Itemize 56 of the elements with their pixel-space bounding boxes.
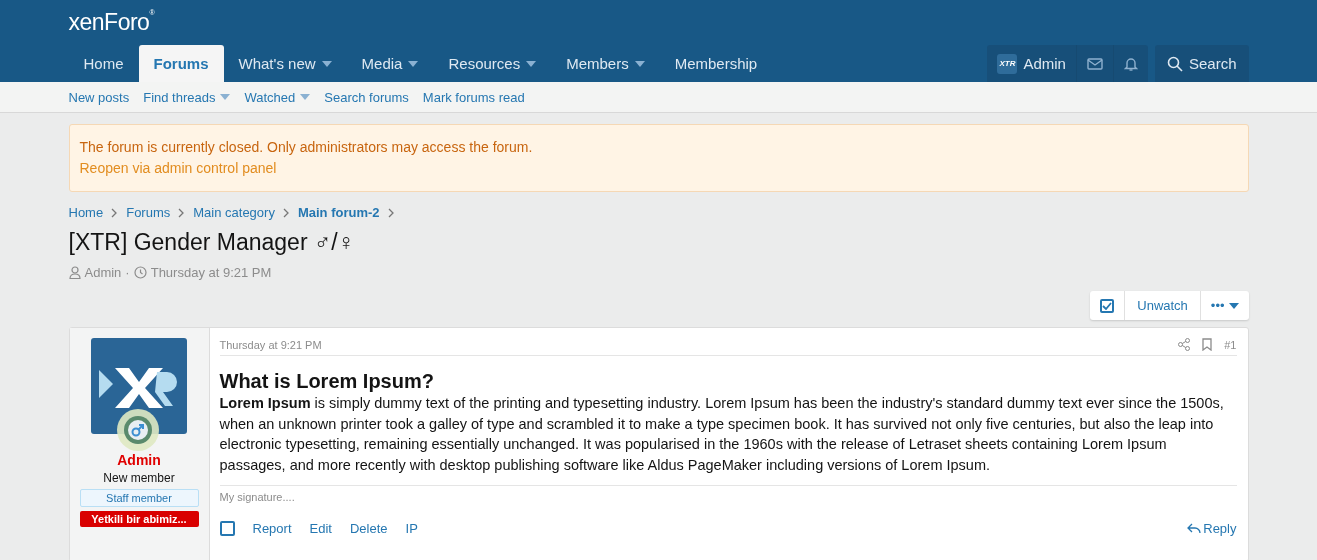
user-name[interactable]: Admin [117, 452, 161, 468]
more-button[interactable]: ••• [1199, 291, 1249, 320]
post-number[interactable]: #1 [1224, 338, 1237, 351]
user-title: New member [103, 471, 175, 485]
nav-tab[interactable]: Resources [433, 45, 552, 82]
chevron-icon [111, 207, 119, 218]
select-checkbox[interactable] [219, 521, 235, 536]
post-signature: My signature.... [219, 485, 1237, 503]
breadcrumb-link[interactable]: Home [68, 205, 104, 220]
search-icon [1166, 55, 1183, 72]
nav-tab[interactable]: Membership [659, 45, 773, 82]
bell-icon [1123, 55, 1138, 72]
share-icon[interactable] [1178, 338, 1191, 351]
subnav-link[interactable]: Mark forums read [422, 89, 525, 105]
user-banner: Yetkili bir abimiz... [79, 511, 199, 527]
post-body: Lorem Ipsum is simply dummy text of the printing and typesetting industry. Lorem Ipsum has been the industry's standard dummy text ever since the 1500s, when an unknown printer took a galley of type and scrambled it to make a type specimen book. It has survived not only five centuries, but also the leap into electronic typesetting, remaining essentially unchanged. It was popularised in the 1960s with the release of Letraset sheets containing Lorem Ipsum passages, and more recently with desktop publishing software like Aldus PageMaker including versions of Lorem Ipsum. [219, 394, 1225, 475]
nav-tab[interactable]: Media [346, 45, 434, 82]
chevron-icon [387, 207, 395, 218]
subnav-link[interactable]: Watched [244, 89, 311, 105]
breadcrumb-link[interactable]: Forums [126, 205, 171, 220]
post-action-link[interactable]: Report [252, 521, 292, 536]
nav-tab[interactable]: Home [68, 45, 139, 82]
reply-arrow-icon [1187, 523, 1202, 534]
reply-link[interactable]: Reply [1187, 521, 1237, 536]
subnav-link[interactable]: New posts [68, 89, 130, 105]
nav-tab[interactable]: Forums [138, 45, 224, 82]
notice-link[interactable]: Reopen via admin control panel [79, 158, 277, 179]
chevron-icon [178, 207, 186, 218]
breadcrumb-link[interactable]: Main category [193, 205, 275, 220]
post-heading: What is Lorem Ipsum? [219, 370, 435, 393]
subnav-link[interactable]: Find threads [143, 89, 231, 105]
user-icon [68, 266, 81, 279]
caret-icon [1228, 302, 1239, 309]
nav-tab[interactable]: What's new [223, 45, 347, 82]
unwatch-button[interactable]: Unwatch [1124, 291, 1200, 320]
nav-tab[interactable]: Members [551, 45, 660, 82]
subnav-link[interactable]: Search forums [324, 89, 409, 105]
thread-date: Thursday at 9:21 PM [150, 265, 272, 280]
thread-author[interactable]: Admin [84, 265, 122, 280]
search-button[interactable]: Search [1154, 45, 1249, 82]
post-action-link[interactable]: Delete [349, 521, 388, 536]
post-action-link[interactable]: Edit [309, 521, 332, 536]
chevron-icon [282, 207, 290, 218]
avatar-icon: XTR [997, 53, 1018, 74]
bookmark-icon[interactable] [1202, 338, 1213, 351]
notice-text: The forum is currently closed. Only administrators may access the forum. [79, 138, 534, 157]
post-action-link[interactable]: IP [405, 521, 418, 536]
male-badge-icon [116, 408, 160, 452]
user-banner: Staff member [79, 489, 199, 507]
envelope-icon [1086, 57, 1103, 70]
separator-dot: · [125, 265, 130, 280]
breadcrumb-link[interactable]: Main forum-2 [297, 205, 380, 220]
post-date[interactable]: Thursday at 9:21 PM [219, 338, 322, 351]
checkmark-icon [1102, 301, 1113, 310]
thread-title: [XTR] Gender Manager ♂/♀ [68, 229, 356, 256]
clock-icon [133, 266, 147, 279]
